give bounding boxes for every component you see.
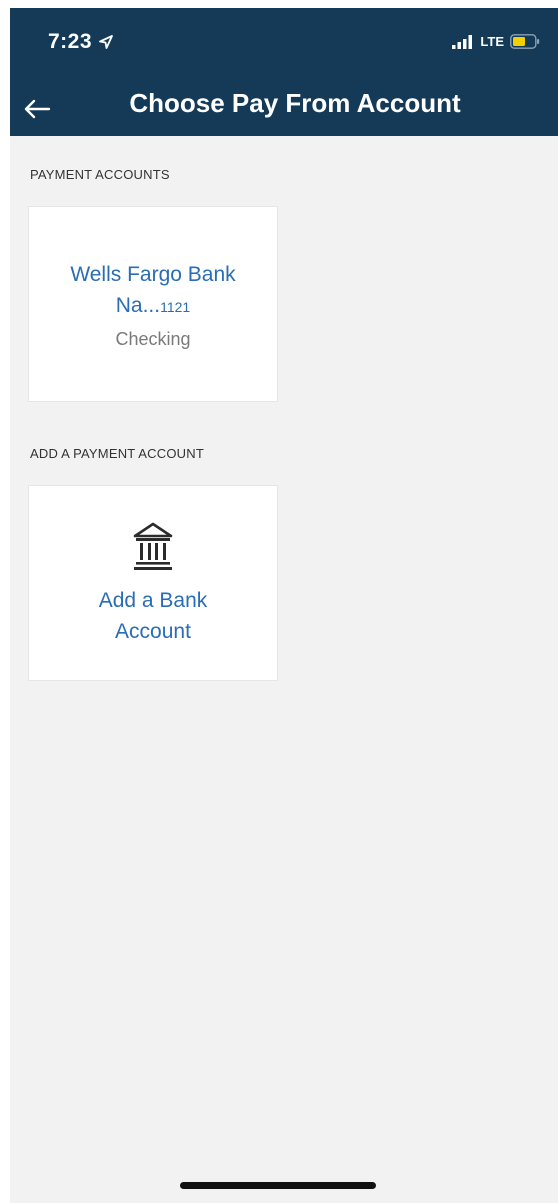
add-bank-account-label: Add a Bank Account [99, 585, 208, 647]
top-bar: 7:23 LTE Choose Pay From Account [10, 8, 558, 136]
add-bank-account-line1: Add a Bank [98, 589, 208, 612]
account-last-digits: 1121 [160, 298, 191, 315]
account-type: Checking [115, 328, 191, 349]
page-title: Choose Pay From Account [129, 88, 461, 118]
location-arrow-icon [98, 34, 114, 50]
status-indicators: LTE [452, 34, 540, 49]
status-time-text: 7:23 [48, 30, 93, 53]
status-time: 7:23 [48, 30, 114, 54]
add-bank-account-card[interactable]: Add a Bank Account [28, 485, 278, 681]
signal-bars-icon [452, 34, 474, 49]
add-payment-account-label: ADD A PAYMENT ACCOUNT [30, 446, 204, 461]
account-name-line1: Wells Fargo Bank [70, 262, 236, 286]
account-name-line2: Na...1121 [70, 290, 235, 323]
add-bank-account-line2: Account [115, 620, 191, 643]
battery-icon [510, 34, 540, 49]
home-indicator [180, 1182, 376, 1189]
app-screen: 7:23 LTE Choose Pay From Account PAYMENT… [10, 8, 558, 1203]
bank-icon [132, 519, 174, 573]
account-card-wells-fargo[interactable]: Wells Fargo Bank Na...1121 Checking [28, 206, 278, 402]
payment-accounts-label: PAYMENT ACCOUNTS [30, 167, 170, 182]
network-label: LTE [480, 34, 504, 49]
account-name-truncated: Na... [115, 293, 161, 317]
account-name: Wells Fargo Bank Na...1121 [70, 259, 235, 323]
